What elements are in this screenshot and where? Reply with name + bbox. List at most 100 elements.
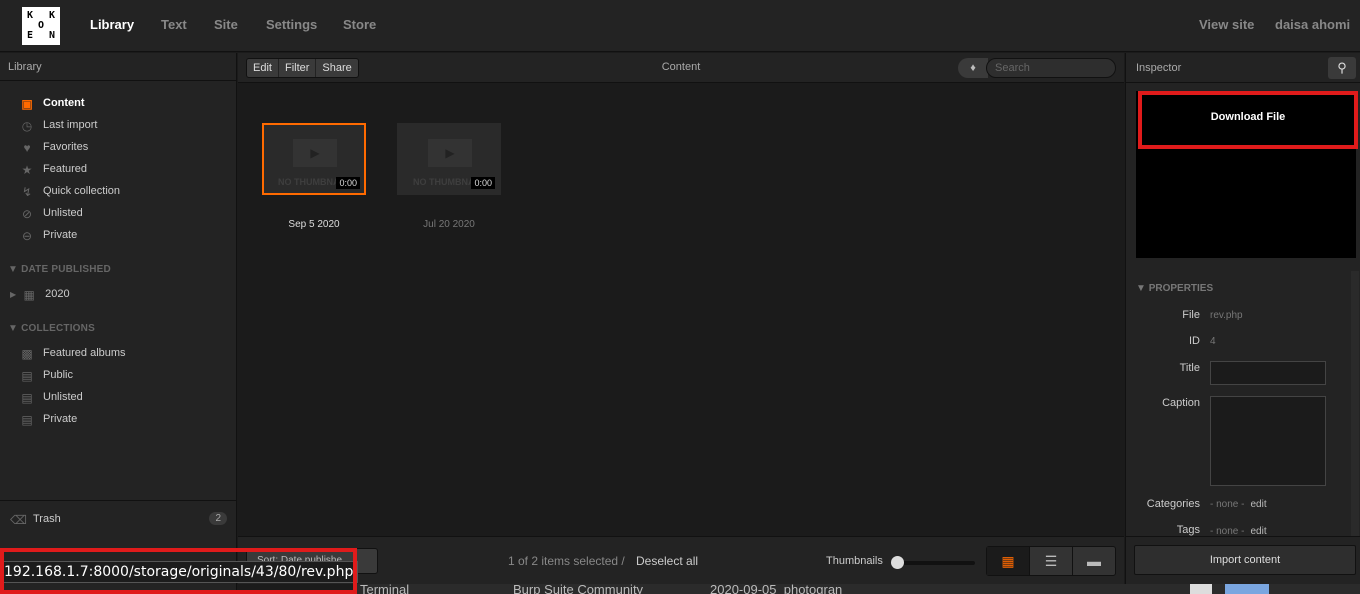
properties-section-title[interactable]: ▼ PROPERTIES — [1136, 283, 1213, 294]
content-footer: Sort: Date publishe 1 of 2 items selecte… — [238, 536, 1124, 584]
sidebar-item-label: Featured albums — [43, 347, 126, 359]
logo-letter: K — [48, 10, 56, 21]
minus-circle-icon: ⊖ — [21, 229, 33, 243]
sidebar-item-label: Private — [43, 413, 78, 425]
sidebar-item-year-2020[interactable]: ▶ ▦ 2020 — [10, 285, 70, 303]
koken-logo[interactable]: K K O E N — [22, 7, 60, 45]
sidebar-item-favorites[interactable]: ♥ Favorites — [20, 138, 88, 156]
content-thumbnail[interactable]: ▶ NO THUMBNAIL 0:00 — [397, 123, 501, 195]
eye-slash-icon: ⊘ — [21, 207, 33, 221]
taskbar-browser-icon[interactable] — [1225, 584, 1269, 594]
sidebar-item-unlisted-album[interactable]: ▤ Unlisted — [20, 388, 83, 406]
play-icon: ▶ — [293, 139, 337, 167]
section-label: DATE PUBLISHED — [21, 264, 111, 275]
sidebar-item-label: Last import — [43, 119, 98, 131]
id-value: 4 — [1210, 336, 1216, 347]
view-site-link[interactable]: View site — [1199, 17, 1254, 32]
thumbnail-date: Jul 20 2020 — [423, 219, 475, 230]
download-file-button[interactable]: Download File — [1138, 91, 1358, 149]
clock-icon: ◷ — [21, 119, 33, 133]
sidebar-item-unlisted[interactable]: ⊘ Unlisted — [20, 204, 83, 222]
user-menu[interactable]: daisa ahomi — [1275, 17, 1350, 32]
sidebar-item-label: Content — [43, 97, 85, 109]
tags-label: Tags — [1176, 524, 1200, 536]
search-input[interactable]: Search — [986, 58, 1116, 78]
selection-info: 1 of 2 items selected / — [508, 554, 625, 568]
sidebar-item-private-album[interactable]: ▤ Private — [20, 410, 77, 428]
sidebar-item-label: Public — [43, 369, 73, 381]
sidebar-item-quick-collection[interactable]: ↯ Quick collection — [20, 182, 120, 200]
lightning-icon: ↯ — [21, 185, 33, 199]
sidebar-item-label: 2020 — [45, 288, 70, 300]
nav-library[interactable]: Library — [90, 17, 134, 32]
section-label: COLLECTIONS — [21, 323, 95, 334]
content-toolbar: Content Edit Filter Share ♦ Search — [238, 53, 1124, 83]
grid-view-icon[interactable]: ▦ — [987, 547, 1030, 575]
album-icon: ▤ — [21, 369, 33, 383]
categories-edit-link[interactable]: edit — [1250, 499, 1266, 510]
sidebar-item-content[interactable]: ▣ Content — [20, 94, 85, 112]
single-view-icon[interactable]: ▬ — [1073, 547, 1115, 575]
star-icon: ★ — [21, 163, 33, 177]
sidebar-title: Library — [0, 53, 236, 81]
thumbnail-size-slider[interactable] — [891, 556, 975, 569]
inspector-scrollbar[interactable] — [1351, 271, 1359, 536]
expand-arrow-icon[interactable]: ▶ — [10, 290, 16, 299]
magnifier-icon[interactable]: ⚲ — [1328, 57, 1356, 79]
collections-section-title[interactable]: ▼ COLLECTIONS — [8, 323, 95, 334]
tag-icon[interactable]: ♦ — [958, 58, 988, 78]
logo-letter: E — [26, 30, 34, 41]
sidebar-item-label: Favorites — [43, 141, 89, 153]
sidebar-item-featured[interactable]: ★ Featured — [20, 160, 87, 178]
taskbar-app-icon[interactable] — [1190, 584, 1212, 594]
share-button[interactable]: Share — [316, 59, 357, 77]
edit-button[interactable]: Edit — [247, 59, 279, 77]
categories-value: - none - edit — [1210, 499, 1267, 510]
taskbar-item-terminal[interactable]: Terminal — [360, 584, 409, 594]
content-action-buttons: Edit Filter Share — [246, 58, 359, 78]
id-label: ID — [1189, 335, 1200, 347]
sidebar-item-label: Unlisted — [43, 391, 83, 403]
album-icon: ▤ — [21, 413, 33, 427]
nav-store[interactable]: Store — [343, 17, 376, 32]
nav-text[interactable]: Text — [161, 17, 187, 32]
nav-settings[interactable]: Settings — [266, 17, 317, 32]
categories-label: Categories — [1146, 498, 1200, 510]
import-content-button[interactable]: Import content — [1134, 545, 1356, 575]
sidebar-item-featured-albums[interactable]: ▩ Featured albums — [20, 344, 126, 362]
deselect-all-link[interactable]: Deselect all — [636, 554, 698, 568]
sidebar-item-public[interactable]: ▤ Public — [20, 366, 73, 384]
taskbar-item-burp[interactable]: Burp Suite Community — [513, 584, 643, 594]
title-field[interactable] — [1210, 361, 1326, 385]
sidebar-item-label: Private — [43, 229, 78, 241]
library-sidebar: Library ▣ Content ◷ Last import ♥ Favorites… — [0, 53, 237, 594]
selection-count: 1 of 2 items selected — [508, 554, 619, 568]
thumbnails-label: Thumbnails — [826, 555, 883, 567]
section-label: PROPERTIES — [1148, 283, 1214, 294]
url-highlight-box — [0, 548, 357, 594]
caption-field[interactable] — [1210, 396, 1326, 486]
date-published-section-title[interactable]: ▼ DATE PUBLISHED — [8, 264, 111, 275]
play-icon: ▶ — [428, 139, 472, 167]
sidebar-item-private[interactable]: ⊖ Private — [20, 226, 77, 244]
list-view-icon[interactable]: ☰ — [1030, 547, 1073, 575]
content-thumbnail[interactable]: ▶ NO THUMBNAIL 0:00 — [262, 123, 366, 195]
trash-row: ⌫ Trash — [10, 510, 61, 528]
slider-knob[interactable] — [891, 556, 904, 569]
thumbnail-date: Sep 5 2020 — [288, 219, 340, 230]
caption-label: Caption — [1162, 397, 1200, 409]
inspector-title: Inspector — [1126, 53, 1360, 83]
nav-site[interactable]: Site — [214, 17, 238, 32]
sidebar-item-last-import[interactable]: ◷ Last import — [20, 116, 98, 134]
duration-badge: 0:00 — [336, 177, 360, 189]
sidebar-item-label: Trash — [33, 513, 61, 525]
taskbar-item-photogram[interactable]: 2020-09-05_photogran — [710, 584, 842, 594]
inspector-panel: Inspector ⚲ Download File ▼ PROPERTIES F… — [1125, 53, 1360, 594]
trash-count-badge: 2 — [209, 512, 227, 525]
sidebar-item-label: Unlisted — [43, 207, 83, 219]
filter-button[interactable]: Filter — [279, 59, 317, 77]
sidebar-item-trash[interactable]: ⌫ Trash 2 — [0, 500, 237, 536]
os-taskbar: Terminal Burp Suite Community 2020-09-05… — [357, 584, 1360, 594]
album-icon: ▤ — [21, 391, 33, 405]
heart-icon: ♥ — [23, 141, 31, 155]
